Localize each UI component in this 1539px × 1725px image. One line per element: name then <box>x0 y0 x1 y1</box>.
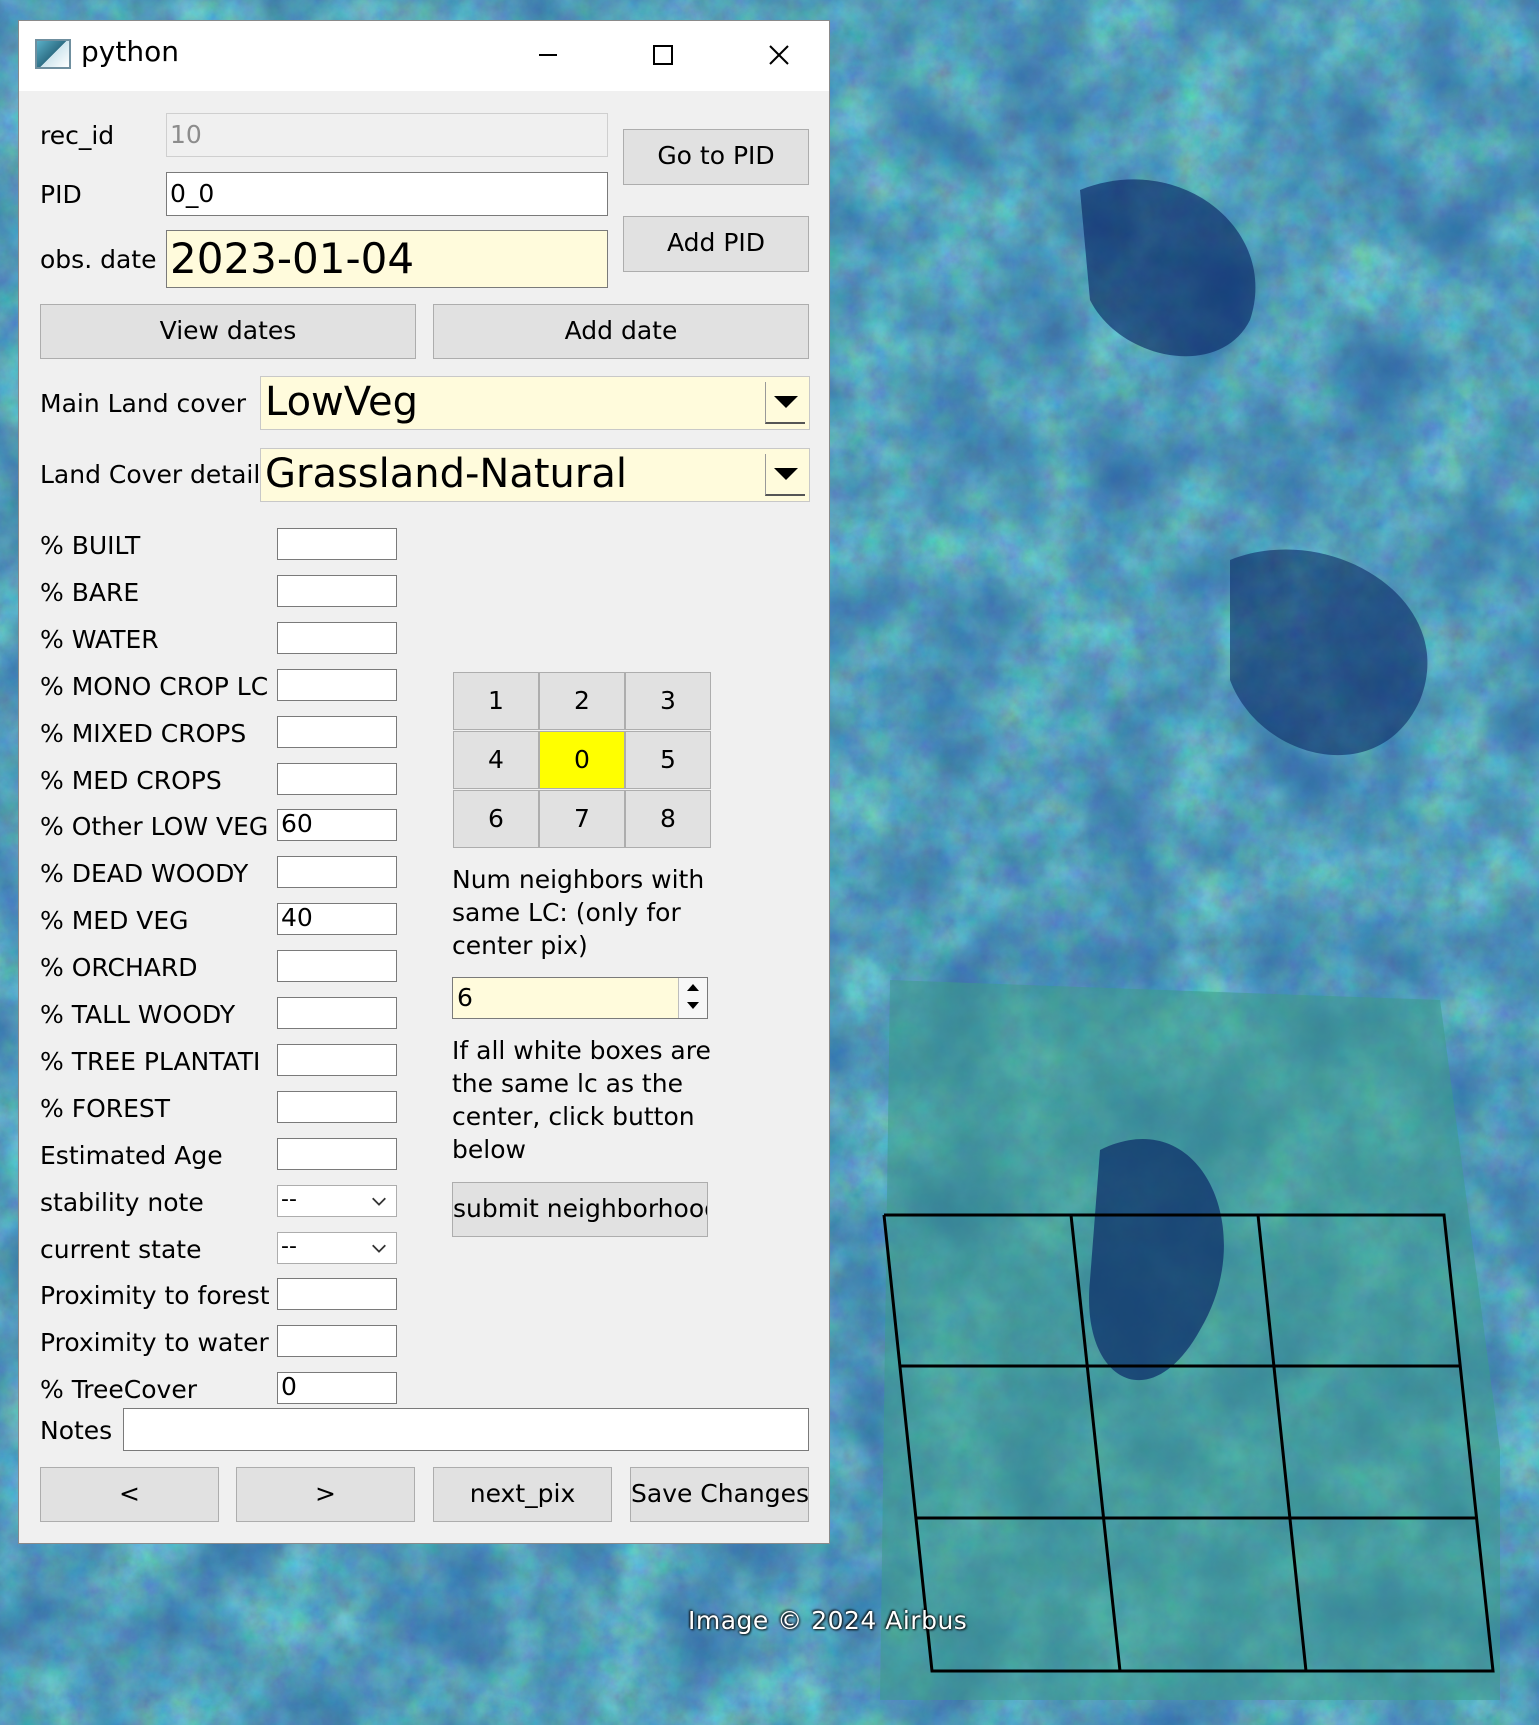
pid-label: PID <box>40 180 82 209</box>
field-input[interactable]: 0 <box>277 1372 397 1404</box>
field-input[interactable] <box>277 856 397 888</box>
field-input[interactable] <box>277 716 397 748</box>
python-window-icon <box>35 39 71 69</box>
dropdown-arrow-icon[interactable] <box>765 382 805 424</box>
submit-neighborhood-button[interactable]: submit neighborhood <box>452 1182 708 1237</box>
minimize-icon[interactable] <box>527 35 567 75</box>
neighbor-button-5[interactable]: 5 <box>625 731 711 789</box>
chevron-down-icon[interactable] <box>370 1192 388 1210</box>
field-select[interactable]: -- <box>277 1185 397 1217</box>
neighborhood-instruction: If all white boxes are the same lc as th… <box>452 1036 711 1164</box>
field-input[interactable] <box>277 1325 397 1357</box>
field-label: % WATER <box>40 625 159 654</box>
notes-field[interactable] <box>123 1408 809 1451</box>
neighbor-count-spinbox[interactable]: 6 <box>452 977 708 1019</box>
field-label: % DEAD WOODY <box>40 859 249 888</box>
field-label: % MIXED CROPS <box>40 719 247 748</box>
maximize-icon[interactable] <box>643 35 683 75</box>
field-label: % TREE PLANTATI <box>40 1047 261 1076</box>
field-label: % TreeCover <box>40 1375 197 1404</box>
map-attribution: Image © 2024 Airbus <box>688 1606 968 1635</box>
field-input[interactable] <box>277 763 397 795</box>
field-value: -- <box>281 1234 297 1259</box>
save-changes-button[interactable]: Save Changes <box>630 1467 809 1522</box>
go-to-pid-button[interactable]: Go to PID <box>623 129 809 185</box>
field-input[interactable] <box>277 1091 397 1123</box>
add-pid-button[interactable]: Add PID <box>623 216 809 272</box>
field-label: % Other LOW VEG <box>40 812 269 841</box>
main-land-cover-select[interactable]: LowVeg <box>260 376 810 430</box>
field-input[interactable] <box>277 528 397 560</box>
obs-date-field[interactable]: 2023-01-04 <box>166 230 608 288</box>
neighbors-help-text: Num neighbors with same LC: (only for ce… <box>452 865 705 960</box>
neighbor-count-value: 6 <box>457 983 473 1012</box>
neighbor-button-3[interactable]: 3 <box>625 672 711 730</box>
field-label: current state <box>40 1235 202 1264</box>
field-value: 40 <box>281 903 313 932</box>
field-input[interactable]: 60 <box>277 809 397 841</box>
field-label: % TALL WOODY <box>40 1000 236 1029</box>
neighbor-button-4[interactable]: 4 <box>453 731 539 789</box>
chevron-down-icon[interactable] <box>370 1239 388 1257</box>
field-input[interactable] <box>277 997 397 1029</box>
field-label: % MED CROPS <box>40 766 222 795</box>
next-button[interactable]: > <box>236 1467 415 1522</box>
next-pix-button[interactable]: next_pix <box>433 1467 612 1522</box>
field-input[interactable] <box>277 950 397 982</box>
field-label: Proximity to forest <box>40 1281 270 1310</box>
field-label: % MONO CROP LC <box>40 672 269 701</box>
field-value: -- <box>281 1187 297 1212</box>
neighbor-button-2[interactable]: 2 <box>539 672 625 730</box>
neighbor-button-6[interactable]: 6 <box>453 790 539 848</box>
field-input[interactable] <box>277 1044 397 1076</box>
neighbor-button-8[interactable]: 8 <box>625 790 711 848</box>
field-input[interactable]: 40 <box>277 903 397 935</box>
field-label: stability note <box>40 1188 204 1217</box>
add-date-button[interactable]: Add date <box>433 304 809 359</box>
pid-field[interactable]: 0_0 <box>166 172 608 216</box>
field-label: Estimated Age <box>40 1141 223 1170</box>
neighbor-button-7[interactable]: 7 <box>539 790 625 848</box>
field-label: % BARE <box>40 578 140 607</box>
neighbor-button-1[interactable]: 1 <box>453 672 539 730</box>
title-bar[interactable]: python <box>19 21 829 91</box>
rec-id-field: 10 <box>166 113 608 157</box>
field-label: % ORCHARD <box>40 953 198 982</box>
land-cover-detail-select[interactable]: Grassland-Natural <box>260 448 810 502</box>
spin-down-icon[interactable] <box>679 978 707 1018</box>
field-label: % MED VEG <box>40 906 189 935</box>
field-label: % FOREST <box>40 1094 171 1123</box>
field-label: Proximity to water <box>40 1328 269 1357</box>
window-title: python <box>81 35 179 68</box>
rec-id-label: rec_id <box>40 121 115 150</box>
main-land-cover-value: LowVeg <box>265 379 419 425</box>
field-input[interactable] <box>277 669 397 701</box>
neighbor-center-button[interactable]: 0 <box>539 731 625 789</box>
notes-label: Notes <box>40 1416 113 1445</box>
obs-date-label: obs. date <box>40 245 157 274</box>
field-input[interactable] <box>277 622 397 654</box>
field-value: 0 <box>281 1372 297 1401</box>
spinbox-buttons <box>678 978 707 1018</box>
field-input[interactable] <box>277 1278 397 1310</box>
field-input[interactable] <box>277 575 397 607</box>
land-cover-detail-label: Land Cover detail <box>40 460 261 489</box>
previous-button[interactable]: < <box>40 1467 219 1522</box>
field-value: 60 <box>281 809 313 838</box>
close-icon[interactable] <box>759 35 799 75</box>
dropdown-arrow-icon[interactable] <box>765 454 805 496</box>
field-label: % BUILT <box>40 531 141 560</box>
view-dates-button[interactable]: View dates <box>40 304 416 359</box>
field-select[interactable]: -- <box>277 1232 397 1264</box>
app-window: python rec_id 10 PID 0_0 obs. date 2023-… <box>18 20 830 1544</box>
field-input[interactable] <box>277 1138 397 1170</box>
main-land-cover-label: Main Land cover <box>40 389 247 418</box>
land-cover-detail-value: Grassland-Natural <box>265 451 627 497</box>
